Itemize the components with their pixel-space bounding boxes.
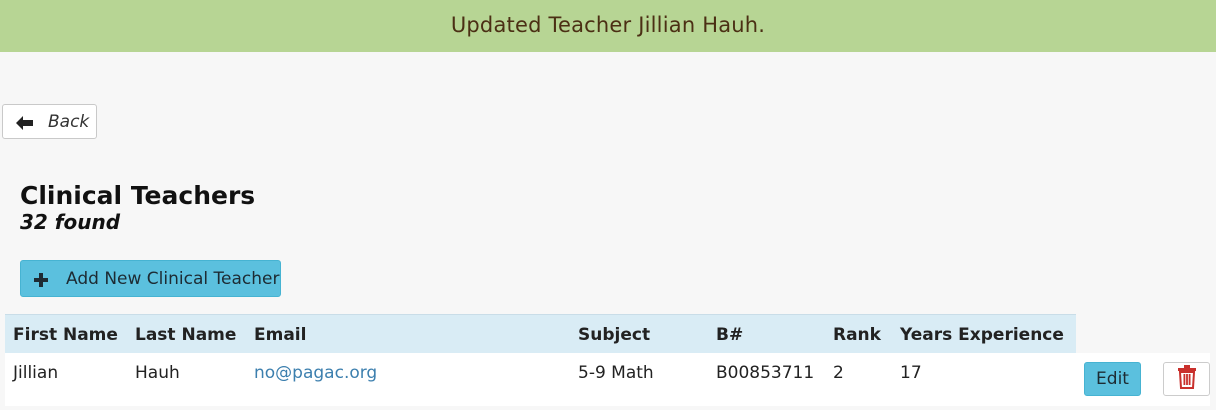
page-title: Clinical Teachers [20,181,256,210]
column-header-email: Email [254,325,307,345]
table-row: Jillian Hauh no@pagac.org 5-9 Math B0085… [5,353,1210,406]
arrow-left-icon [16,115,34,130]
result-count: 32 found [20,210,121,234]
delete-button[interactable] [1163,362,1210,396]
column-header-years-experience: Years Experience [900,325,1064,345]
trash-icon [1177,365,1197,393]
back-button-label: Back [48,111,90,132]
cell-b-number: B00853711 [716,363,815,383]
cell-subject: 5-9 Math [578,363,654,383]
cell-first-name: Jillian [13,363,59,383]
flash-message-text: Updated Teacher Jillian Hauh. [450,13,766,37]
cell-last-name: Hauh [135,363,180,383]
column-header-b-number: B# [716,325,744,345]
flash-message: Updated Teacher Jillian Hauh. [0,0,1216,52]
cell-email: no@pagac.org [254,363,377,383]
cell-rank: 2 [833,363,844,383]
column-header-rank: Rank [833,325,881,345]
cell-years-experience: 17 [900,363,922,383]
table-header: First Name Last Name Email Subject B# Ra… [5,314,1076,353]
edit-button[interactable]: Edit [1084,362,1141,396]
back-button[interactable]: Back [2,104,97,139]
plus-icon [34,272,48,287]
column-header-subject: Subject [578,325,651,345]
add-button-label: Add New Clinical Teacher [66,268,280,289]
email-link[interactable]: no@pagac.org [254,363,377,383]
add-clinical-teacher-button[interactable]: Add New Clinical Teacher [20,260,281,297]
column-header-first-name: First Name [13,325,118,345]
column-header-last-name: Last Name [135,325,237,345]
